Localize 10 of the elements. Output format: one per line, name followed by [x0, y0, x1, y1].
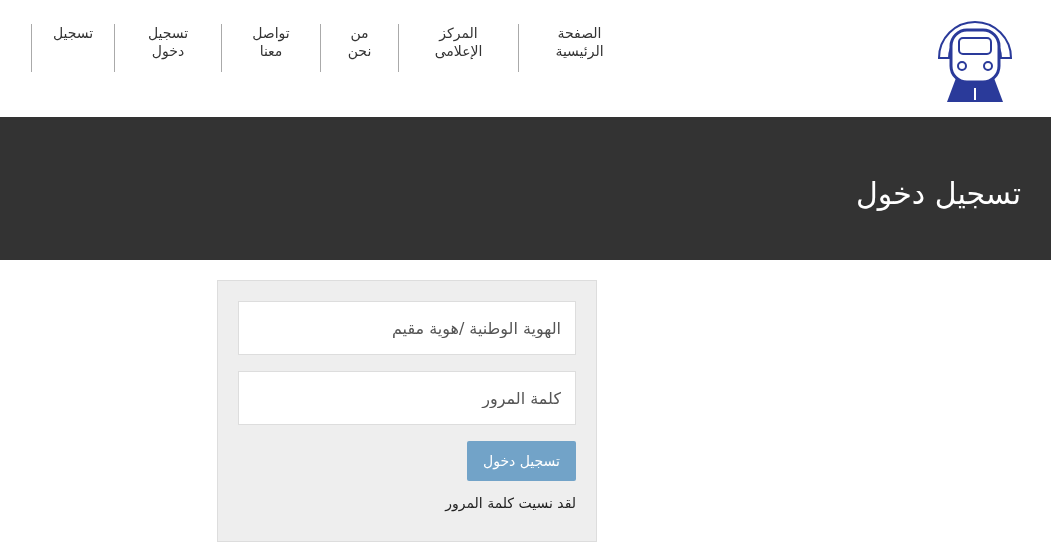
- page-title: تسجيل دخول: [856, 175, 1021, 213]
- nav-link[interactable]: الصفحة الرئيسية: [555, 24, 604, 72]
- nav-link[interactable]: من نحن: [347, 24, 372, 72]
- password-input-field[interactable]: كلمة المرور: [238, 371, 576, 425]
- nav-link[interactable]: المركز الإعلامى: [434, 24, 483, 72]
- nav-link[interactable]: تسجيل دخول: [147, 24, 189, 72]
- nav-link[interactable]: تواصل معنا: [252, 24, 290, 72]
- forgot-password-link[interactable]: لقد نسيت كلمة المرور: [445, 493, 576, 514]
- id-input-field[interactable]: الهوية الوطنية /هوية مقيم: [238, 301, 576, 355]
- nav-link[interactable]: تسجيل: [52, 24, 94, 72]
